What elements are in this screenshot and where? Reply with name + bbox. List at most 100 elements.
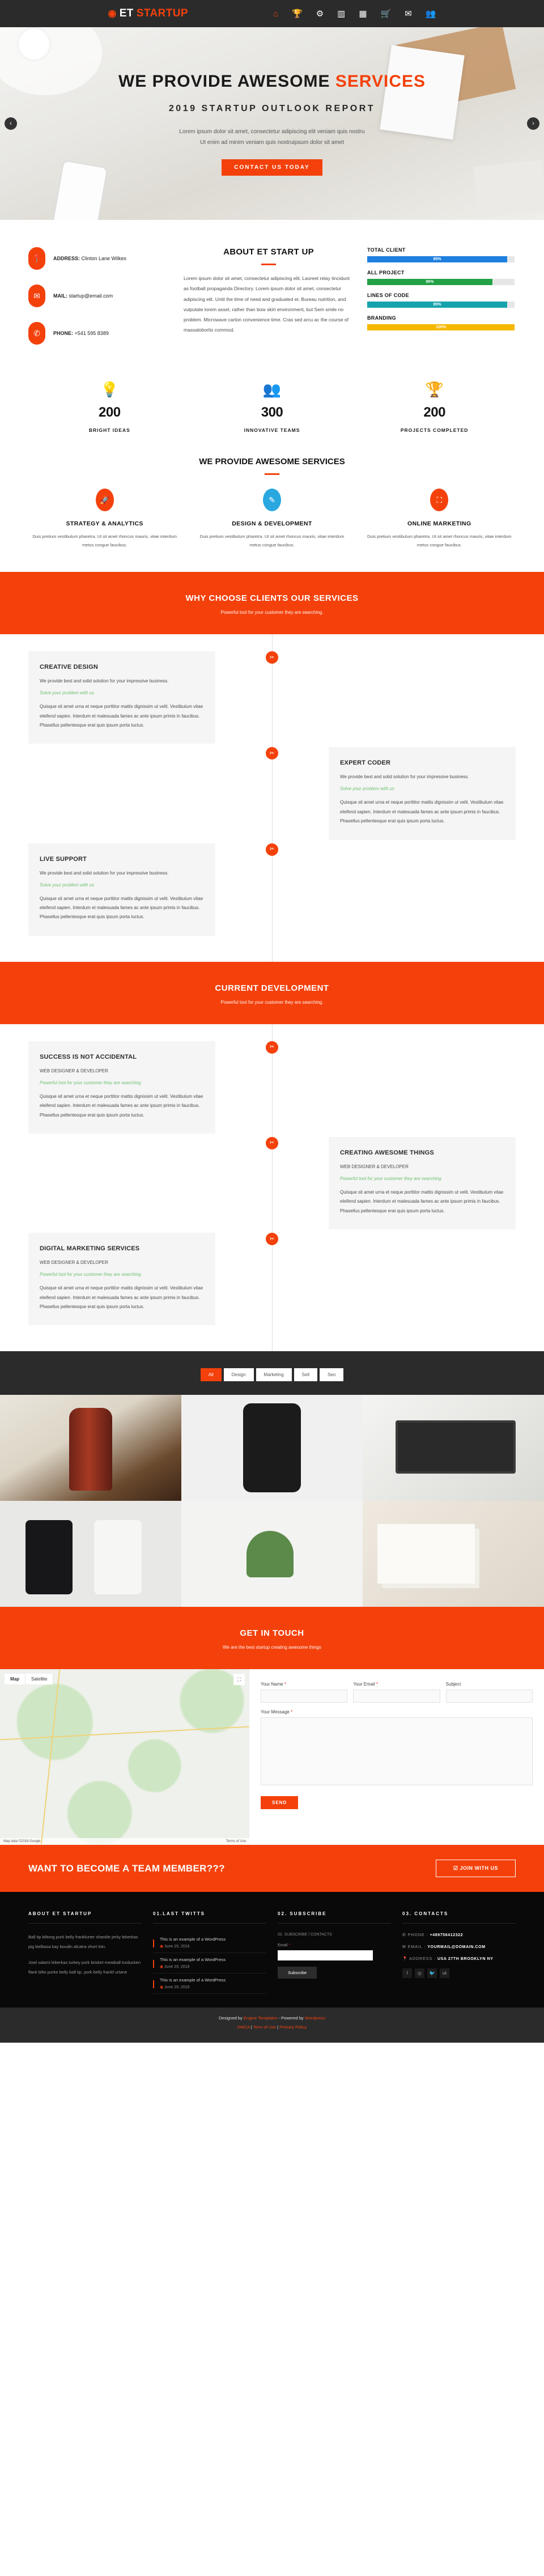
progress-fill: 95% [367,302,507,308]
skill-bar: ALL PROJECT 85% [367,270,515,285]
service-card[interactable]: 🚀 STRATEGY & ANALYTICS Duis pretium vest… [28,489,181,549]
timeline-node-icon[interactable]: ✂ [266,1136,278,1149]
twitt-link[interactable]: This is an example of a WordPress [160,1957,266,1962]
filter-marketing[interactable]: Marketing [256,1368,292,1382]
name-input[interactable] [261,1690,348,1703]
subject-input[interactable] [445,1690,533,1703]
portfolio-item[interactable] [181,1501,363,1607]
contact-text: MAIL: startup@email.com [53,293,113,299]
subscribe-email-input[interactable] [278,1950,373,1961]
send-button[interactable]: SEND [261,1796,299,1810]
brand-logo[interactable]: ◉ ET STARTUP [108,7,188,20]
about-skill-bars: TOTAL CLIENT 95% ALL PROJECT 85% LINES O… [367,247,515,359]
twitter-icon[interactable]: 🐦 [427,1968,437,1979]
legal-link[interactable]: Term of Use [253,2025,276,2030]
timeline-node-icon[interactable]: ✂ [266,651,278,664]
service-card[interactable]: ✎ DESIGN & DEVELOPMENT Duis pretium vest… [196,489,348,549]
hero-decor-headphone [17,27,51,61]
satellite-view-button[interactable]: Satellite [26,1674,54,1685]
google-map[interactable]: Map Satellite ⛶ Map data ©2018 Google Te… [0,1669,249,1845]
legal-link[interactable]: DMCA [237,2025,250,2030]
contact-text: ADDRESS: Clinton Lane Wilkes [53,256,127,261]
hero-title: WE PROVIDE AWESOME SERVICES [118,72,426,91]
timeline-card-highlight: Solve your problem with us [40,690,95,696]
timeline-card-sub: WEB DESIGNER & DEVELOPER [340,1164,409,1169]
nav-basket-icon[interactable]: 🛒 [381,10,392,18]
nav-gears-icon[interactable]: ⚙ [316,10,324,18]
phone-icon: ✆ [402,1933,408,1938]
counter-label: INNOVATIVE TEAMS [244,427,300,433]
social-links: f ◎ 🐦 vk [402,1968,516,1979]
subscribe-button[interactable]: Subscribe [278,1966,317,1979]
hero-cta-button[interactable]: CONTACT US TODAY [222,159,322,176]
timeline-card-body: Quisque sit amet urna et neque porttitor… [40,1285,203,1309]
twitt-link[interactable]: This is an example of a WordPress [160,1977,266,1983]
filter-seo[interactable]: Seo [320,1368,344,1382]
portfolio-item[interactable] [0,1501,181,1607]
email-input[interactable] [353,1690,440,1703]
service-text: Duis pretium vestibulum pharetra. Ut sit… [199,534,345,548]
slider-prev-button[interactable]: ‹ [5,117,17,130]
nav-envelope-icon[interactable]: ✉ [405,10,412,18]
subject-field-group: Subject [445,1682,533,1703]
slider-next-button[interactable]: › [527,117,539,130]
timeline-node-icon[interactable]: ✂ [266,1041,278,1054]
timeline-node-icon[interactable]: ✂ [266,843,278,856]
designer-link[interactable]: Engine Templates [244,2015,277,2021]
join-with-us-button[interactable]: ☑ JOIN WITH US [435,1860,516,1878]
twitt-link[interactable]: This is an example of a WordPress [160,1937,266,1942]
brand-startup-text: STARTUP [136,7,188,19]
facebook-icon[interactable]: f [402,1968,412,1979]
portfolio-item[interactable] [363,1501,544,1607]
users-icon: 👥 [262,381,282,398]
fullscreen-icon[interactable]: ⛶ [233,1674,245,1686]
portfolio-item[interactable] [363,1395,544,1501]
nav-columns-icon[interactable]: ▥ [337,10,345,18]
envelope-icon: ✉ [28,285,45,307]
brand-et-text: ET [119,7,134,19]
counter-item: 💡 200 BRIGHT IDEAS [28,382,191,433]
map-type-controls: Map Satellite [5,1674,54,1685]
timeline-card: LIVE SUPPORT We provide best and solid s… [28,843,215,936]
footer-subscribe-column: 02. SUBSCRIBE 02. SUBSCRIBE / CONTACTS E… [278,1911,391,1994]
nav-home-icon[interactable]: ⌂ [273,10,278,18]
service-card[interactable]: ⛶ ONLINE MARKETING Duis pretium vestibul… [363,489,516,549]
nav-users-icon[interactable]: 👥 [426,10,436,18]
instagram-icon[interactable]: ◎ [415,1968,424,1979]
twitt-item: This is an example of a WordPress ◉ June… [153,1974,266,1994]
timeline-node-icon[interactable]: ✂ [266,747,278,760]
email-label: Your Email * [353,1682,379,1687]
skill-bar: TOTAL CLIENT 95% [367,247,515,262]
portfolio-item[interactable] [0,1395,181,1501]
service-text: Duis pretium vestibulum pharetra. Ut sit… [367,534,512,548]
progress-fill: 100% [367,324,515,330]
skill-label: ALL PROJECT [367,270,405,275]
nav-table-icon[interactable]: ▦ [359,10,367,18]
footer-email-value: YOURMAIL@DOMAIN.COM [427,1945,486,1950]
map-view-button[interactable]: Map [5,1674,26,1685]
counters-section: 💡 200 BRIGHT IDEAS 👥 300 INNOVATIVE TEAM… [28,365,516,448]
crop-icon: ⛶ [430,489,449,511]
timeline-node-icon[interactable]: ✂ [266,1233,278,1246]
timeline-row: ✂ EXPERT CODER We provide best and solid… [28,747,516,840]
map-terms-link[interactable]: Terms of Use [226,1840,246,1843]
skill-bar: LINES OF CODE 95% [367,292,515,308]
counter-number: 300 [261,405,283,420]
legal-link[interactable]: Primary Policy [279,2025,307,2030]
subject-label: Subject [445,1682,461,1687]
timeline-card: CREATIVE DESIGN We provide best and soli… [28,651,215,744]
timeline-card-highlight: Solve your problem with us [340,786,395,792]
portfolio-item[interactable] [181,1395,363,1501]
counter-item: 🏆 200 PROJECTS COMPLETED [353,382,516,433]
platform-link[interactable]: Wordpress [305,2015,325,2021]
timeline-card: CREATING AWESOME THINGS WEB DESIGNER & D… [329,1136,516,1230]
nav-trophy-icon[interactable]: 🏆 [292,10,303,18]
vk-icon[interactable]: vk [440,1968,449,1979]
services-section: WE PROVIDE AWESOME SERVICES 🚀 STRATEGY &… [28,448,516,572]
filter-sell[interactable]: Sell [294,1368,318,1382]
footer-divider [153,1923,266,1924]
filter-all[interactable]: All [200,1368,222,1382]
message-input[interactable] [261,1717,533,1786]
footer-phone-line: ✆ PHONE : +489756412322 [402,1933,464,1938]
filter-design[interactable]: Design [223,1368,254,1382]
